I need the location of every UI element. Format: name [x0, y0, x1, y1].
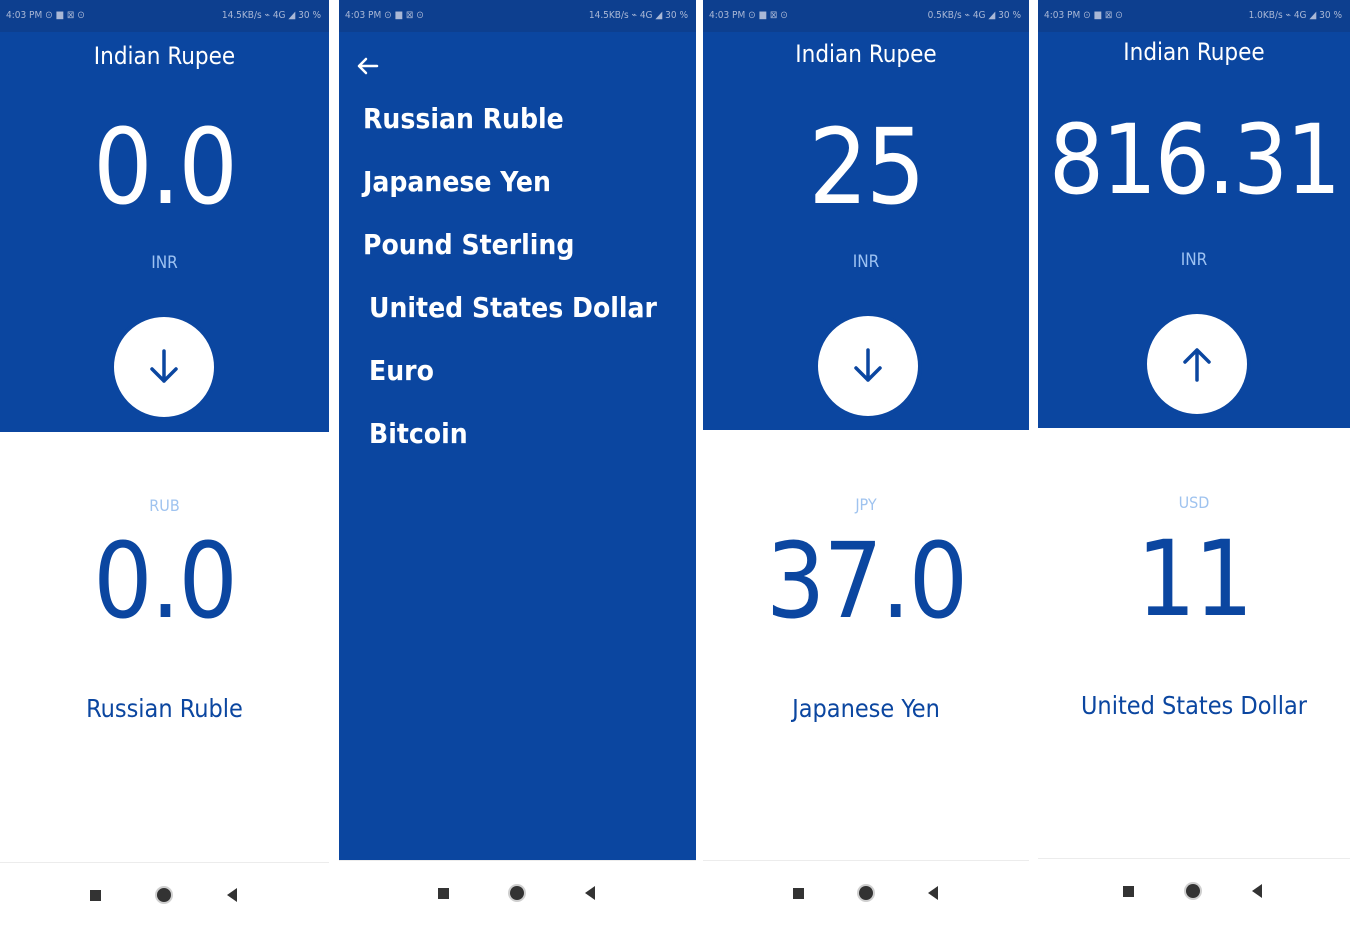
- currency-option-us-dollar[interactable]: United States Dollar: [369, 291, 657, 324]
- swap-direction-button[interactable]: [1143, 310, 1251, 418]
- screen-converter-yen: 4:03 PM ⊙ ■ ⊠ ⊙ 0.5KB/s ⌁ 4G ◢ 30 % Indi…: [703, 0, 1029, 927]
- arrow-down-icon: [854, 348, 882, 382]
- home-icon: [859, 886, 873, 900]
- status-left: 4:03 PM ⊙ ■ ⊠ ⊙: [345, 10, 424, 21]
- status-bar: 4:03 PM ⊙ ■ ⊠ ⊙ 14.5KB/s ⌁ 4G ◢ 30 %: [0, 0, 329, 32]
- home-icon: [1186, 884, 1200, 898]
- screen-converter-dollar: 4:03 PM ⊙ ■ ⊠ ⊙ 1.0KB/s ⌁ 4G ◢ 30 % Indi…: [1038, 0, 1350, 927]
- status-right: 1.0KB/s ⌁ 4G ◢ 30 %: [1248, 10, 1342, 21]
- target-currency-code: USD: [1178, 493, 1210, 512]
- status-right: 0.5KB/s ⌁ 4G ◢ 30 %: [927, 10, 1021, 21]
- home-button[interactable]: [152, 883, 176, 907]
- recent-apps-button[interactable]: [431, 881, 455, 905]
- swap-direction-button[interactable]: [110, 313, 218, 421]
- currency-list-panel: Russian Ruble Japanese Yen Pound Sterlin…: [339, 32, 696, 860]
- target-amount: 11: [1136, 518, 1253, 640]
- status-bar: 4:03 PM ⊙ ■ ⊠ ⊙ 1.0KB/s ⌁ 4G ◢ 30 %: [1038, 0, 1350, 32]
- back-icon: [928, 886, 938, 900]
- android-nav-bar: [703, 860, 1029, 925]
- target-amount: 37.0: [765, 520, 968, 642]
- arrow-down-icon: [150, 349, 178, 383]
- currency-option-japanese-yen[interactable]: Japanese Yen: [363, 165, 551, 198]
- screen-converter-ruble: 4:03 PM ⊙ ■ ⊠ ⊙ 14.5KB/s ⌁ 4G ◢ 30 % Ind…: [0, 0, 329, 927]
- target-currency-code: JPY: [855, 495, 877, 514]
- home-button[interactable]: [854, 881, 878, 905]
- status-left: 4:03 PM ⊙ ■ ⊠ ⊙: [6, 10, 85, 21]
- currency-option-euro[interactable]: Euro: [369, 354, 434, 387]
- base-amount[interactable]: 816.31: [1038, 104, 1350, 216]
- recent-apps-button[interactable]: [786, 881, 810, 905]
- target-currency-code: RUB: [149, 496, 180, 515]
- target-currency-name[interactable]: United States Dollar: [1038, 691, 1350, 720]
- home-button[interactable]: [505, 881, 529, 905]
- android-nav-bar: [0, 862, 329, 927]
- android-nav-bar: [1038, 858, 1350, 923]
- base-currency-code: INR: [852, 252, 880, 272]
- arrow-up-icon: [1183, 348, 1211, 382]
- currency-option-bitcoin[interactable]: Bitcoin: [369, 417, 468, 450]
- currency-option-pound-sterling[interactable]: Pound Sterling: [363, 228, 574, 261]
- status-right: 14.5KB/s ⌁ 4G ◢ 30 %: [221, 10, 321, 21]
- recent-apps-icon: [437, 887, 449, 899]
- target-currency-name[interactable]: Japanese Yen: [703, 694, 1029, 723]
- home-icon: [157, 888, 171, 902]
- screen-currency-list: 4:03 PM ⊙ ■ ⊠ ⊙ 14.5KB/s ⌁ 4G ◢ 30 % Rus…: [339, 0, 696, 927]
- recent-apps-icon: [1122, 885, 1134, 897]
- target-currency-name[interactable]: Russian Ruble: [0, 694, 329, 723]
- home-icon: [510, 886, 524, 900]
- home-button[interactable]: [1181, 879, 1205, 903]
- back-button[interactable]: [220, 883, 244, 907]
- arrow-left-icon[interactable]: [353, 54, 381, 78]
- base-amount[interactable]: 25: [703, 106, 1029, 228]
- recent-apps-button[interactable]: [1116, 879, 1140, 903]
- base-amount[interactable]: 0.0: [0, 106, 329, 228]
- back-button[interactable]: [921, 881, 945, 905]
- base-currency-code: INR: [1180, 250, 1208, 270]
- back-icon: [1252, 884, 1262, 898]
- recent-apps-button[interactable]: [83, 883, 107, 907]
- status-right: 14.5KB/s ⌁ 4G ◢ 30 %: [588, 10, 688, 21]
- status-bar: 4:03 PM ⊙ ■ ⊠ ⊙ 14.5KB/s ⌁ 4G ◢ 30 %: [339, 0, 696, 32]
- recent-apps-icon: [89, 889, 101, 901]
- status-bar: 4:03 PM ⊙ ■ ⊠ ⊙ 0.5KB/s ⌁ 4G ◢ 30 %: [703, 0, 1029, 32]
- swap-direction-button[interactable]: [814, 312, 922, 420]
- base-currency-code: INR: [151, 253, 178, 273]
- currency-option-russian-ruble[interactable]: Russian Ruble: [363, 102, 564, 135]
- recent-apps-icon: [792, 887, 804, 899]
- target-amount: 0.0: [93, 520, 238, 642]
- status-left: 4:03 PM ⊙ ■ ⊠ ⊙: [709, 10, 788, 21]
- status-left: 4:03 PM ⊙ ■ ⊠ ⊙: [1044, 10, 1123, 21]
- android-nav-bar: [339, 860, 696, 925]
- base-currency-title[interactable]: Indian Rupee: [703, 40, 1029, 68]
- back-button[interactable]: [578, 881, 602, 905]
- back-icon: [585, 886, 595, 900]
- back-icon: [227, 888, 237, 902]
- base-currency-title[interactable]: Indian Rupee: [1038, 38, 1350, 66]
- back-button[interactable]: [1245, 879, 1269, 903]
- base-currency-title[interactable]: Indian Rupee: [0, 42, 329, 70]
